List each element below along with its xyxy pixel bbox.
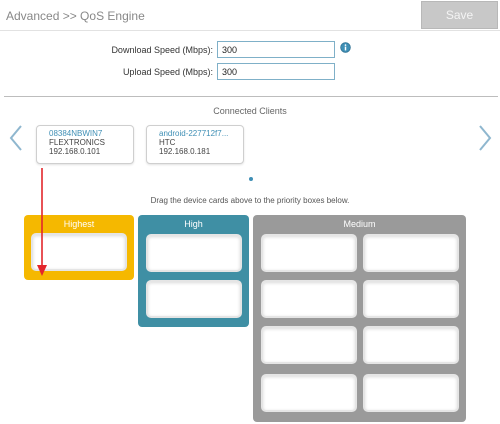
priority-slot[interactable] (146, 234, 242, 272)
download-speed-input[interactable] (217, 41, 335, 58)
priority-slot[interactable] (363, 326, 459, 364)
upload-speed-input[interactable] (217, 63, 335, 80)
client-card[interactable]: 08384NBWIN7 FLEXTRONICS 192.168.0.101 (36, 125, 134, 164)
download-speed-label: Download Speed (Mbps): (111, 45, 213, 55)
carousel-page-dot[interactable] (249, 177, 253, 181)
header-divider (0, 30, 500, 31)
priority-slot[interactable] (363, 280, 459, 318)
info-icon[interactable] (340, 42, 351, 53)
connected-clients-title: Connected Clients (213, 106, 287, 116)
breadcrumb: Advanced >> QoS Engine (6, 9, 145, 23)
priority-high-title: High (184, 219, 203, 229)
client-name: android-227712f7... (159, 129, 229, 138)
client-vendor: FLEXTRONICS (49, 138, 106, 147)
drag-hint-text: Drag the device cards above to the prior… (150, 196, 350, 205)
client-name: 08384NBWIN7 (49, 129, 103, 138)
client-ip: 192.168.0.101 (49, 147, 101, 156)
chevron-right-icon[interactable] (478, 125, 492, 151)
section-divider (4, 96, 498, 97)
client-card[interactable]: android-227712f7... HTC 192.168.0.181 (146, 125, 244, 164)
client-vendor: HTC (159, 138, 176, 147)
priority-slot[interactable] (261, 374, 357, 412)
upload-speed-label: Upload Speed (Mbps): (122, 67, 213, 77)
priority-slot[interactable] (363, 234, 459, 272)
chevron-left-icon[interactable] (9, 125, 23, 151)
priority-slot[interactable] (261, 280, 357, 318)
priority-medium-box[interactable]: Medium (253, 215, 466, 422)
priority-slot[interactable] (261, 234, 357, 272)
priority-slot[interactable] (261, 326, 357, 364)
priority-medium-title: Medium (343, 219, 376, 229)
drag-arrow-icon (37, 168, 47, 276)
priority-slot[interactable] (363, 374, 459, 412)
save-button[interactable]: Save (421, 1, 498, 29)
priority-slot[interactable] (146, 280, 242, 318)
priority-high-box[interactable]: High (138, 215, 249, 327)
client-ip: 192.168.0.181 (159, 147, 211, 156)
